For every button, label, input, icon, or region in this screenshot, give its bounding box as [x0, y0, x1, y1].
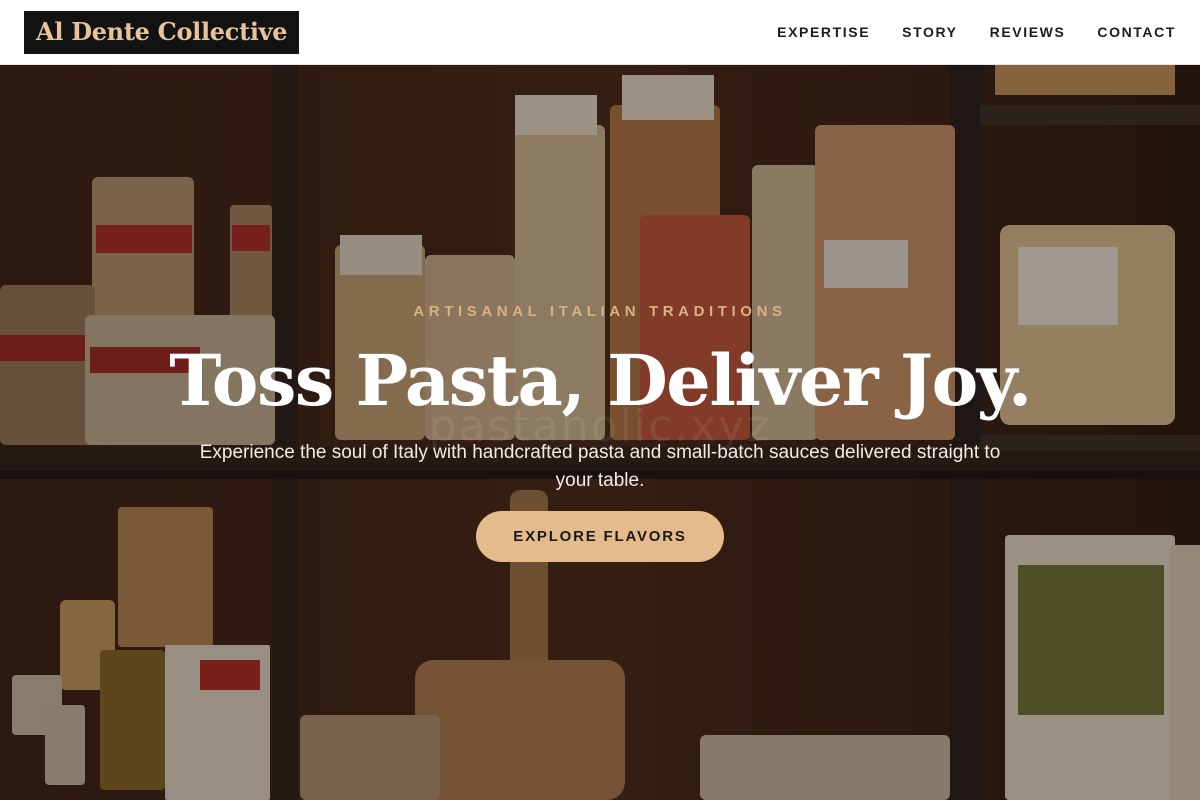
nav-item-expertise[interactable]: EXPERTISE	[777, 24, 870, 40]
hero-content: ARTISANAL ITALIAN TRADITIONS pastaholic.…	[0, 65, 1200, 800]
site-header: Al Dente Collective EXPERTISE STORY REVI…	[0, 0, 1200, 65]
nav-item-reviews[interactable]: REVIEWS	[990, 24, 1066, 40]
hero-eyebrow: ARTISANAL ITALIAN TRADITIONS	[413, 303, 787, 320]
brand-logo[interactable]: Al Dente Collective	[24, 10, 300, 54]
hero-section: ARTISANAL ITALIAN TRADITIONS pastaholic.…	[0, 65, 1200, 800]
explore-flavors-button[interactable]: EXPLORE FLAVORS	[476, 511, 724, 562]
hero-subtext: Experience the soul of Italy with handcr…	[199, 442, 1001, 491]
main-nav: EXPERTISE STORY REVIEWS CONTACT	[777, 24, 1176, 40]
nav-item-contact[interactable]: CONTACT	[1097, 24, 1176, 40]
hero-headline: Toss Pasta, Deliver Joy.	[169, 339, 1032, 422]
nav-item-story[interactable]: STORY	[902, 24, 957, 40]
